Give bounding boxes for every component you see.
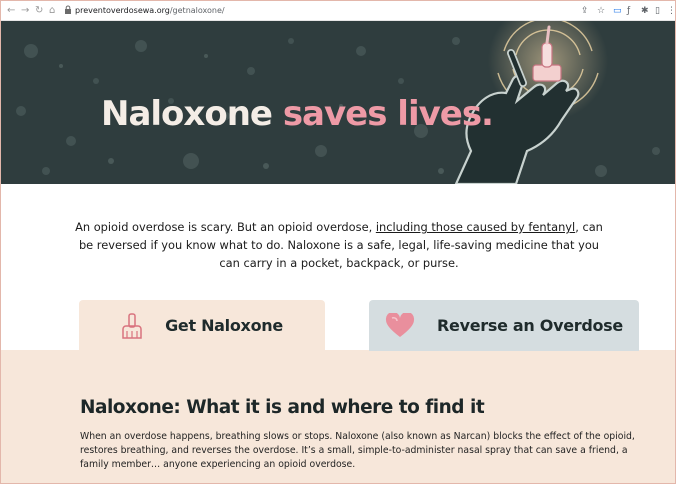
bookmark-star-icon[interactable]: ☆ — [597, 4, 605, 18]
browser-toolbar: ← → ↻ ⌂ preventoverdosewa.org/getnaloxon… — [1, 1, 675, 21]
lock-icon — [65, 5, 71, 14]
url-host: preventoverdosewa.org — [75, 6, 170, 15]
naloxone-info-section: Naloxone: What it is and where to find i… — [1, 351, 675, 483]
fentanyl-link[interactable]: including those caused by fentanyl — [376, 220, 575, 234]
section-paragraph: When an overdose happens, breathing slow… — [80, 431, 635, 471]
hero-banner: Naloxone saves lives. — [1, 21, 675, 184]
nasal-spray-icon — [122, 312, 142, 339]
back-arrow-icon[interactable]: ← — [7, 4, 15, 18]
url-path: /getnaloxone/ — [169, 6, 225, 15]
share-icon[interactable]: ⇪ — [581, 4, 589, 18]
sidebar-icon[interactable]: ▯ — [655, 4, 660, 18]
reload-icon[interactable]: ↻ — [35, 4, 43, 18]
tab-get-naloxone-label: Get Naloxone — [165, 316, 283, 335]
heart-icon — [386, 312, 415, 337]
tab-reverse-overdose-label: Reverse an Overdose — [437, 316, 623, 335]
section-heading: Naloxone: What it is and where to find i… — [80, 397, 485, 418]
hero-title-main: Naloxone — [101, 94, 283, 134]
menu-icon[interactable]: ⋮ — [667, 4, 675, 18]
tab-get-naloxone[interactable]: Get Naloxone — [79, 300, 325, 351]
puzzle-icon[interactable]: ✱ — [641, 4, 649, 18]
hero-title-accent: saves lives. — [282, 94, 494, 134]
tab-reverse-overdose[interactable]: Reverse an Overdose — [369, 300, 639, 351]
intro-paragraph: An opioid overdose is scary. But an opio… — [71, 218, 607, 272]
hero-headline: Naloxone saves lives. — [101, 92, 494, 136]
home-icon[interactable]: ⌂ — [49, 4, 55, 18]
extension-icon[interactable]: ▭ — [613, 4, 622, 18]
forward-arrow-icon[interactable]: → — [21, 4, 29, 18]
browser-window: ← → ↻ ⌂ preventoverdosewa.org/getnaloxon… — [0, 0, 676, 484]
intro-text-part-1: An opioid overdose is scary. But an opio… — [75, 220, 376, 234]
address-bar[interactable]: preventoverdosewa.org/getnaloxone/ — [75, 5, 225, 17]
extension-icon-2[interactable]: ƒ — [627, 4, 630, 18]
